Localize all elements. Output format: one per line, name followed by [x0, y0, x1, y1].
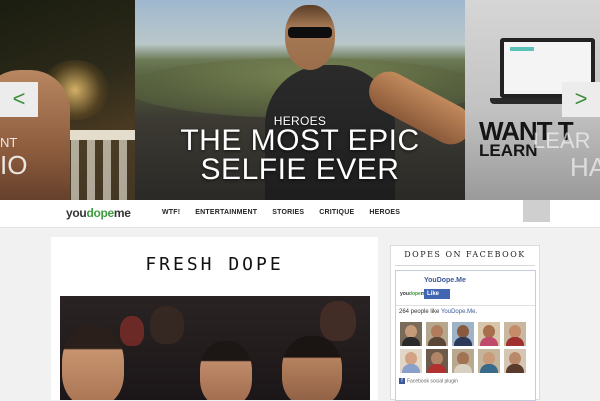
thumb-face-center — [200, 341, 252, 400]
facebook-icon: f — [399, 378, 405, 384]
fb-divider — [396, 305, 535, 306]
fb-like-count: 264 people like YouDope.Me. — [399, 309, 477, 315]
logo-part-me: me — [113, 206, 131, 220]
fb-like-button[interactable]: Like — [424, 289, 450, 299]
fan-avatar[interactable] — [452, 322, 474, 346]
fb-count-prefix: 264 people like — [399, 309, 441, 315]
thumb-figure-back-left — [150, 306, 184, 344]
sidebar-widget: DOPES ON FACEBOOK youdopeme YouDope.Me L… — [390, 245, 540, 401]
main-navbar: youdopeme WTF! ENTERTAINMENT STORIES CRI… — [0, 200, 600, 228]
slide-caption-partial: NT — [0, 135, 18, 150]
sidebar-title: DOPES ON FACEBOOK — [404, 250, 526, 259]
slide-title-line1: THE MOST EPIC — [180, 124, 420, 157]
fan-avatar[interactable] — [426, 349, 448, 373]
slide-ghost-text-2: HAR — [570, 152, 600, 182]
nav-item-entertainment[interactable]: ENTERTAINMENT — [195, 209, 257, 216]
fan-avatar[interactable] — [478, 349, 500, 373]
fb-count-suffix: . — [475, 309, 478, 315]
carousel-next-button[interactable]: > — [562, 82, 600, 117]
logo-part-you: you — [66, 206, 87, 220]
carousel-slide-active[interactable]: HEROES THE MOST EPIC SELFIE EVER — [135, 0, 465, 200]
fb-plugin-text: Facebook social plugin — [407, 378, 458, 385]
hero-carousel: NT IO HEROES THE MOST EPIC SELFIE EVER W… — [0, 0, 600, 200]
fan-avatar[interactable] — [504, 349, 526, 373]
thumb-figure-red — [120, 316, 144, 346]
fan-avatar[interactable] — [400, 322, 422, 346]
nav-item-stories[interactable]: STORIES — [272, 209, 304, 216]
fan-avatar[interactable] — [504, 322, 526, 346]
thumb-face-right — [282, 336, 342, 400]
featured-video-thumbnail[interactable] — [60, 296, 370, 400]
fb-count-page-link[interactable]: YouDope.Me — [441, 309, 475, 315]
fb-social-plugin-label[interactable]: f Facebook social plugin — [399, 378, 458, 384]
thumb-face-left — [62, 326, 124, 400]
slide-title-partial-line2: LEARN — [479, 141, 538, 160]
nav-item-heroes[interactable]: HEROES — [369, 209, 400, 216]
sidebar-divider — [395, 265, 535, 266]
fan-avatar[interactable] — [400, 349, 422, 373]
section-title: FRESH DOPE — [145, 254, 284, 275]
fb-fan-avatars — [400, 322, 532, 373]
logo-part-dope: dope — [86, 206, 114, 220]
thumb-figure-back-right — [320, 301, 356, 341]
fb-page-name-link[interactable]: YouDope.Me — [424, 277, 466, 284]
fan-avatar[interactable] — [426, 322, 448, 346]
slide-title-partial: IO — [0, 150, 28, 180]
slide-title[interactable]: THE MOST EPIC SELFIE EVER — [135, 124, 465, 186]
nav-menu: WTF! ENTERTAINMENT STORIES CRITIQUE HERO… — [162, 209, 415, 216]
search-toggle-button[interactable] — [523, 200, 550, 222]
fb-logo-part-you: you — [400, 291, 409, 297]
carousel-prev-button[interactable]: < — [0, 82, 38, 117]
site-logo[interactable]: youdopeme — [66, 206, 131, 220]
fan-avatar[interactable] — [452, 349, 474, 373]
fb-logo-part-dope: dope — [408, 291, 421, 297]
main-content: FRESH DOPE — [51, 237, 378, 400]
facebook-like-box: youdopeme YouDope.Me Like 264 people lik… — [395, 270, 536, 401]
nav-item-critique[interactable]: CRITIQUE — [319, 209, 354, 216]
slide-image-sunglasses — [288, 27, 332, 38]
slide-title-line2: SELFIE EVER — [200, 153, 400, 186]
fan-avatar[interactable] — [478, 322, 500, 346]
slide-ghost-text: LEAR — [533, 128, 591, 153]
nav-item-wtf[interactable]: WTF! — [162, 209, 180, 216]
